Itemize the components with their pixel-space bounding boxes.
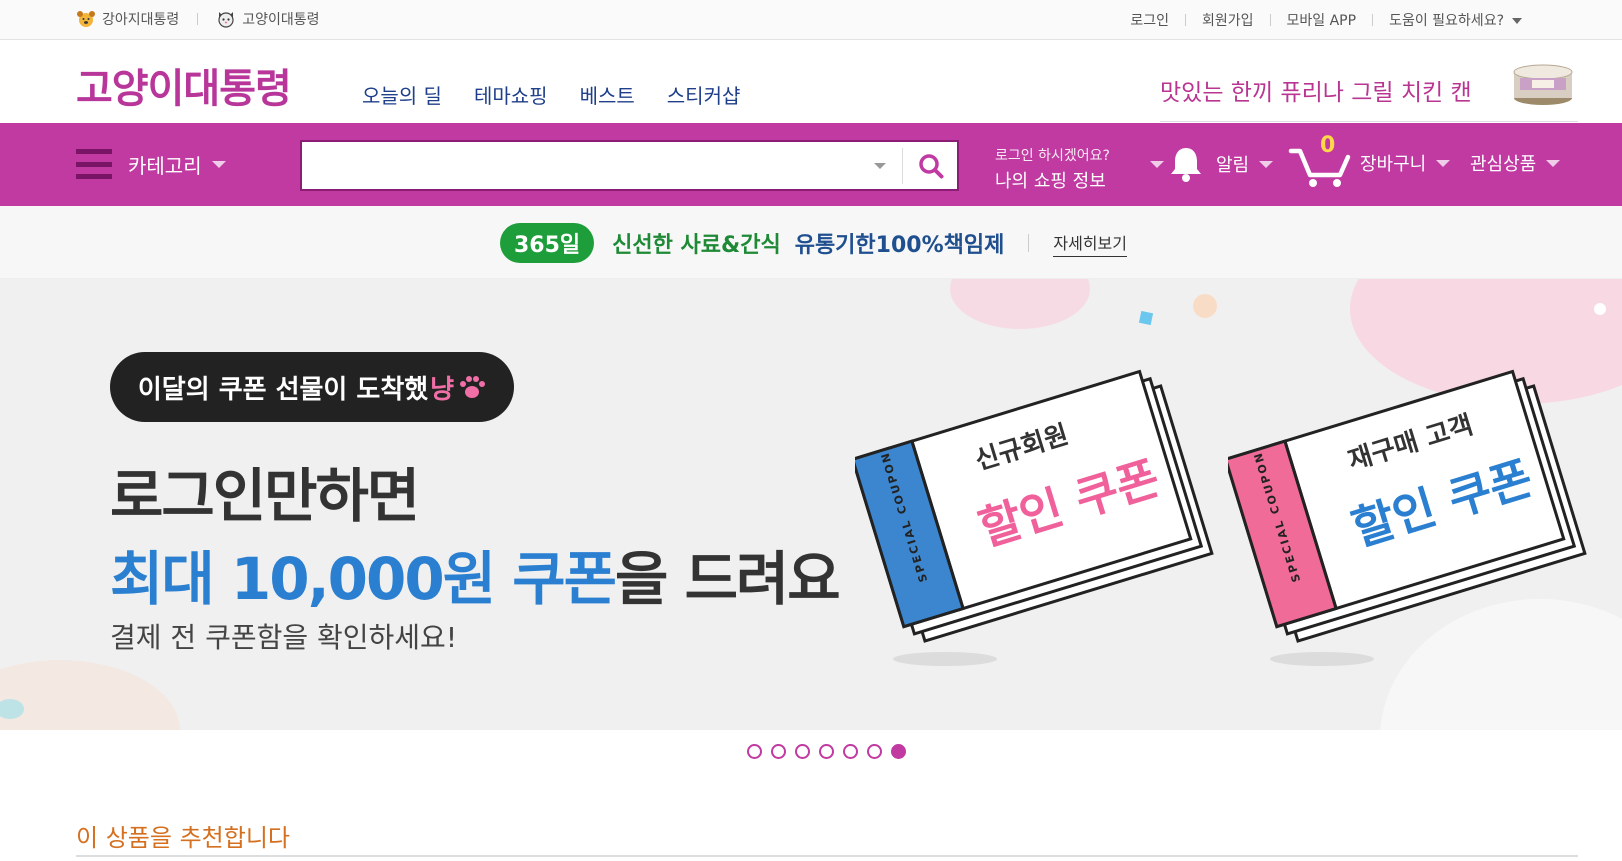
chevron-down-icon bbox=[1546, 159, 1561, 167]
dog-site-link[interactable]: 강아지대통령 bbox=[76, 9, 179, 29]
cat-food-can-image bbox=[1513, 64, 1573, 105]
signup-link[interactable]: 회원가입 bbox=[1202, 10, 1254, 30]
main-nav: 오늘의 딜 테마쇼핑 베스트 스티커샵 bbox=[362, 80, 740, 109]
dog-face-icon bbox=[77, 11, 95, 27]
login-link[interactable]: 로그인 bbox=[1130, 10, 1169, 30]
hamburger-menu-icon bbox=[76, 149, 112, 179]
chevron-down-icon bbox=[211, 160, 226, 168]
carousel-dot-2[interactable] bbox=[771, 744, 786, 759]
paw-icon bbox=[460, 376, 486, 398]
divider bbox=[1269, 14, 1271, 26]
section-divider bbox=[76, 855, 1578, 857]
banner-headline-offer: 최대 10,000원 쿠폰을 드려요 bbox=[110, 532, 841, 616]
carousel-pagination bbox=[747, 744, 906, 759]
wishlist-button[interactable]: 관심상품 bbox=[1470, 150, 1561, 176]
cart-count-badge: 0 bbox=[1320, 133, 1336, 158]
carousel-dot-3[interactable] bbox=[795, 744, 810, 759]
nav-todays-deal[interactable]: 오늘의 딜 bbox=[362, 80, 442, 109]
recommend-section-title: 이 상품을 추천합니다 bbox=[76, 824, 290, 852]
carousel-dot-4[interactable] bbox=[819, 744, 834, 759]
wishlist-label: 관심상품 bbox=[1470, 154, 1537, 175]
cart-button[interactable]: 0 장바구니 bbox=[1288, 133, 1451, 189]
chevron-down-icon bbox=[1150, 161, 1164, 168]
search-box bbox=[300, 140, 959, 191]
login-prompt: 로그인 하시겠어요? bbox=[995, 148, 1110, 164]
my-shopping-dropdown[interactable]: 로그인 하시겠어요? 나의 쇼핑 정보 bbox=[995, 145, 1164, 193]
chevron-down-icon bbox=[1259, 160, 1274, 168]
freshness-notice-strip: 365일 신선한 사료&간식 유통기한100%책임제 자세히보기 bbox=[0, 206, 1622, 279]
site-logo[interactable]: 고양이대통령 bbox=[76, 56, 292, 114]
pill-emphasis: 냥 bbox=[430, 374, 455, 405]
chevron-down-icon bbox=[1512, 18, 1522, 24]
search-input[interactable] bbox=[312, 150, 852, 182]
banner-subtext: 결제 전 쿠폰함을 확인하세요! bbox=[110, 621, 458, 654]
nav-best[interactable]: 베스트 bbox=[580, 80, 635, 109]
notification-label: 알림 bbox=[1216, 155, 1250, 176]
search-button[interactable] bbox=[904, 142, 957, 189]
utility-bar: 강아지대통령 고양이대통령 로그인 회원가입 모바일 APP 도움이 필요하세요… bbox=[0, 0, 1622, 40]
nav-sticker-shop[interactable]: 스티커샵 bbox=[667, 80, 741, 109]
carousel-dot-7[interactable] bbox=[891, 744, 906, 759]
bell-icon bbox=[1171, 148, 1201, 182]
cat-site-label: 고양이대통령 bbox=[242, 12, 320, 28]
pill-text: 이달의 쿠폰 선물이 도착했 bbox=[137, 374, 429, 405]
chevron-down-icon bbox=[1436, 159, 1451, 167]
banner-headline: 로그인만하면 bbox=[110, 462, 420, 530]
divider bbox=[1372, 14, 1374, 26]
my-shopping-label: 나의 쇼핑 정보 bbox=[995, 171, 1106, 192]
fresh-food-text: 신선한 사료&간식 bbox=[612, 233, 781, 258]
cat-face-icon bbox=[218, 12, 234, 28]
carousel-dot-6[interactable] bbox=[867, 744, 882, 759]
divider bbox=[1184, 14, 1186, 26]
promo-banner[interactable]: 맛있는 한끼 퓨리나 그릴 치킨 캔 bbox=[1160, 58, 1578, 122]
carousel-dot-5[interactable] bbox=[843, 744, 858, 759]
category-label: 카테고리 bbox=[128, 153, 202, 178]
help-label: 도움이 필요하세요? bbox=[1389, 13, 1504, 29]
offer-amount: 최대 10,000원 쿠폰 bbox=[110, 545, 617, 613]
dog-site-label: 강아지대통령 bbox=[102, 12, 180, 28]
divider bbox=[197, 13, 199, 25]
divider bbox=[1028, 234, 1030, 252]
new-member-coupon[interactable]: SPECIAL COUPON 신규회원 할인 쿠폰 bbox=[850, 344, 1225, 644]
carousel-dot-1[interactable] bbox=[747, 744, 762, 759]
category-menu-button[interactable]: 카테고리 bbox=[76, 149, 226, 179]
expiry-guarantee-text: 유통기한100%책임제 bbox=[794, 233, 1005, 258]
mobile-app-link[interactable]: 모바일 APP bbox=[1287, 10, 1357, 30]
main-toolbar: 카테고리 로그인 하시겠어요? 나의 쇼핑 정보 알림 0 장바구니 관심상품 bbox=[0, 123, 1622, 206]
returning-customer-coupon[interactable]: SPECIAL COUPON 재구매 고객 할인 쿠폰 bbox=[1223, 344, 1598, 644]
see-details-link[interactable]: 자세히보기 bbox=[1053, 230, 1127, 257]
hero-banner[interactable]: 이달의 쿠폰 선물이 도착했 냥 로그인만하면 최대 10,000원 쿠폰을 드려… bbox=[0, 279, 1622, 730]
notification-button[interactable]: 알림 bbox=[1168, 145, 1274, 183]
offer-suffix: 을 드려요 bbox=[615, 545, 841, 613]
promo-text: 맛있는 한끼 퓨리나 그릴 치킨 캔 bbox=[1160, 79, 1472, 106]
search-icon bbox=[918, 153, 943, 178]
365-badge: 365일 bbox=[500, 223, 595, 263]
search-dropdown-arrow-icon[interactable] bbox=[874, 163, 886, 169]
nav-theme-shopping[interactable]: 테마쇼핑 bbox=[474, 80, 548, 109]
help-dropdown[interactable]: 도움이 필요하세요? bbox=[1389, 10, 1522, 30]
coupon-arrival-pill: 이달의 쿠폰 선물이 도착했 냥 bbox=[110, 352, 514, 422]
cat-site-link[interactable]: 고양이대통령 bbox=[216, 9, 320, 29]
cart-label: 장바구니 bbox=[1360, 154, 1427, 175]
divider bbox=[902, 148, 903, 184]
